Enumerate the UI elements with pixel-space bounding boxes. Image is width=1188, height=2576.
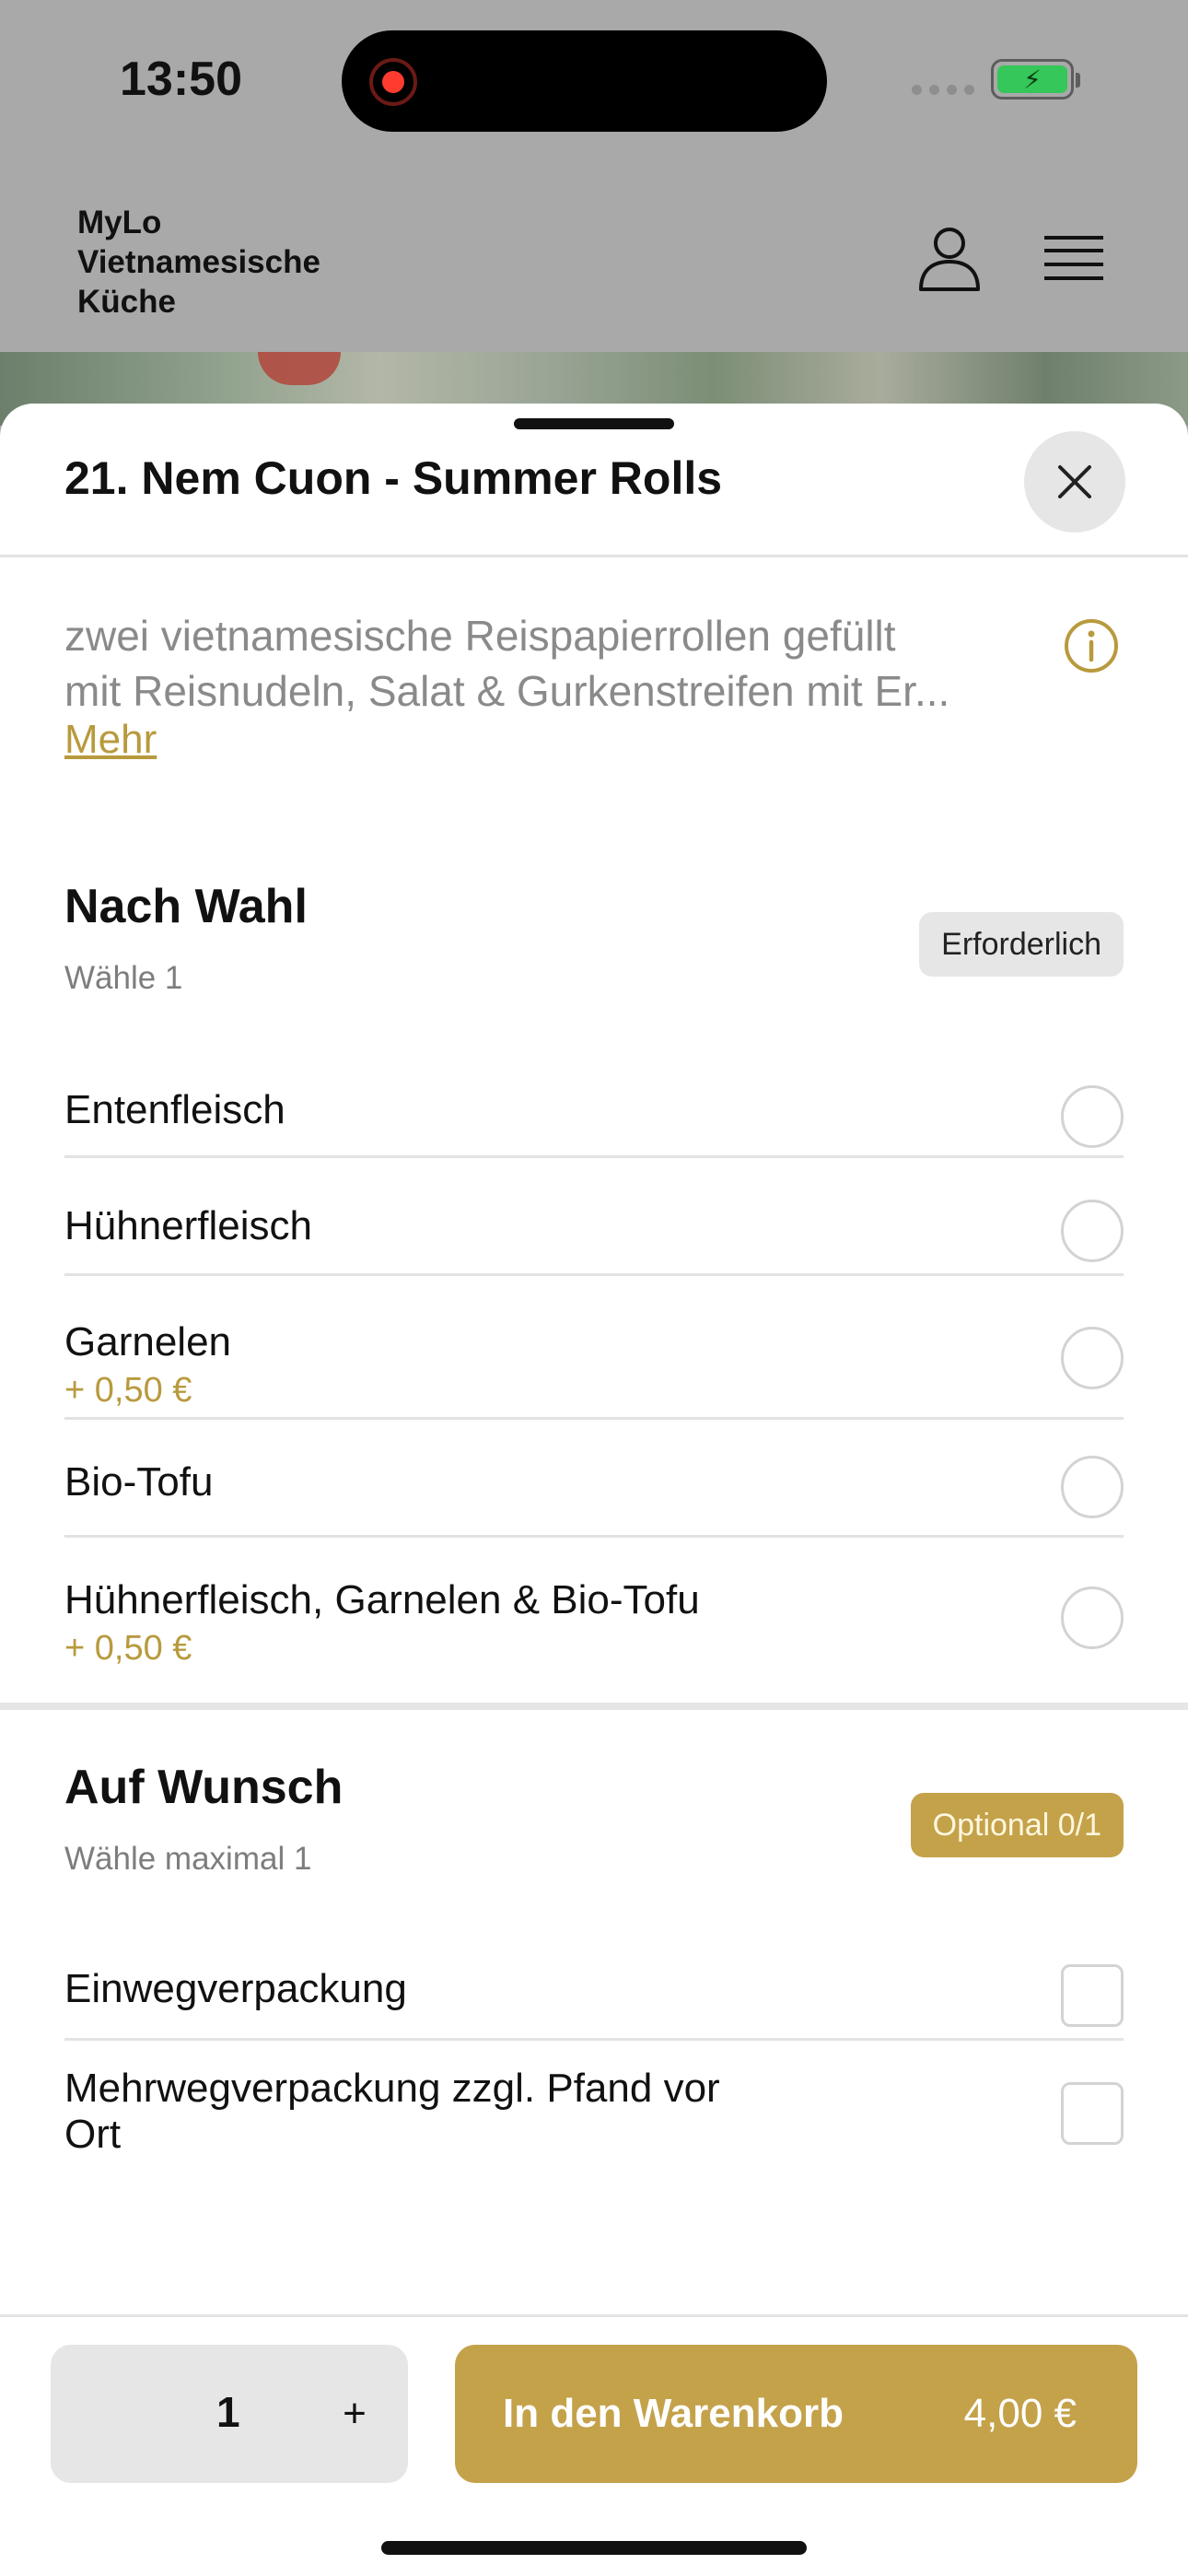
- request-section-title: Auf Wunsch: [64, 1761, 344, 1814]
- product-detail-sheet: 21. Nem Cuon - Summer Rolls zwei vietnam…: [0, 404, 1188, 2576]
- battery-charging-icon: ⚡: [991, 59, 1080, 100]
- product-description: zwei vietnamesische Reispapierrollen gef…: [64, 612, 950, 715]
- radio-button[interactable]: [1061, 1327, 1124, 1389]
- option-huehnerfleisch[interactable]: Hühnerfleisch: [64, 1185, 1124, 1284]
- checkbox[interactable]: [1061, 2082, 1124, 2145]
- close-icon: [1058, 465, 1091, 498]
- product-title: 21. Nem Cuon - Summer Rolls: [64, 452, 723, 504]
- quantity-value: 1: [216, 2388, 240, 2436]
- radio-button[interactable]: [1061, 1200, 1124, 1262]
- option-huehnerfleisch-garnelen-bio-tofu[interactable]: Hühnerfleisch, Garnelen & Bio-Tofu + 0,5…: [64, 1557, 1124, 1682]
- section-separator: [0, 1703, 1188, 1710]
- hamburger-menu-icon[interactable]: [1044, 232, 1103, 284]
- optional-badge: Optional 0/1: [910, 1793, 1124, 1857]
- row-divider: [64, 1417, 1124, 1420]
- cart-total: 4,00 €: [963, 2391, 1077, 2436]
- user-account-icon[interactable]: [917, 225, 982, 293]
- radio-button[interactable]: [1061, 1085, 1124, 1148]
- choice-section-subtitle: Wähle 1: [64, 960, 183, 996]
- row-divider: [64, 1273, 1124, 1276]
- status-bar: 13:50 ⚡: [0, 0, 1188, 166]
- recording-indicator-icon: [369, 58, 417, 106]
- sheet-grabber[interactable]: [514, 418, 674, 429]
- checkbox[interactable]: [1061, 1964, 1124, 2027]
- info-icon[interactable]: [1063, 617, 1120, 674]
- row-divider: [64, 1155, 1124, 1158]
- increase-quantity-button[interactable]: +: [327, 2382, 382, 2446]
- request-section-subtitle: Wähle maximal 1: [64, 1841, 312, 1877]
- option-garnelen[interactable]: Garnelen + 0,50 €: [64, 1299, 1124, 1417]
- required-badge: Erforderlich: [919, 912, 1124, 977]
- choice-section-title: Nach Wahl: [64, 880, 308, 933]
- restaurant-brand[interactable]: MyLo Vietnamesische Küche: [77, 203, 409, 322]
- radio-button[interactable]: [1061, 1587, 1124, 1649]
- option-einwegverpackung[interactable]: Einwegverpackung: [64, 1944, 1124, 2045]
- close-button[interactable]: [1024, 431, 1125, 533]
- option-bio-tofu[interactable]: Bio-Tofu: [64, 1445, 1124, 1537]
- home-indicator[interactable]: [381, 2541, 807, 2555]
- row-divider: [64, 2038, 1124, 2041]
- option-entenfleisch[interactable]: Entenfleisch: [64, 1067, 1124, 1166]
- add-to-cart-label: In den Warenkorb: [503, 2391, 844, 2436]
- bottom-action-bar: 1 + In den Warenkorb 4,00 €: [0, 2314, 1188, 2576]
- header-divider: [0, 555, 1188, 557]
- row-divider: [64, 1535, 1124, 1538]
- dynamic-island: [342, 30, 827, 132]
- add-to-cart-button[interactable]: In den Warenkorb 4,00 €: [455, 2345, 1137, 2483]
- option-mehrwegverpackung[interactable]: Mehrwegverpackung zzgl. Pfand vor Ort: [64, 2062, 1124, 2182]
- cellular-signal-icon: [912, 85, 974, 95]
- more-link[interactable]: Mehr: [64, 717, 157, 763]
- quantity-stepper[interactable]: 1 +: [51, 2345, 408, 2483]
- app-header: MyLo Vietnamesische Küche: [0, 166, 1188, 352]
- status-time: 13:50: [120, 53, 242, 106]
- radio-button[interactable]: [1061, 1456, 1124, 1518]
